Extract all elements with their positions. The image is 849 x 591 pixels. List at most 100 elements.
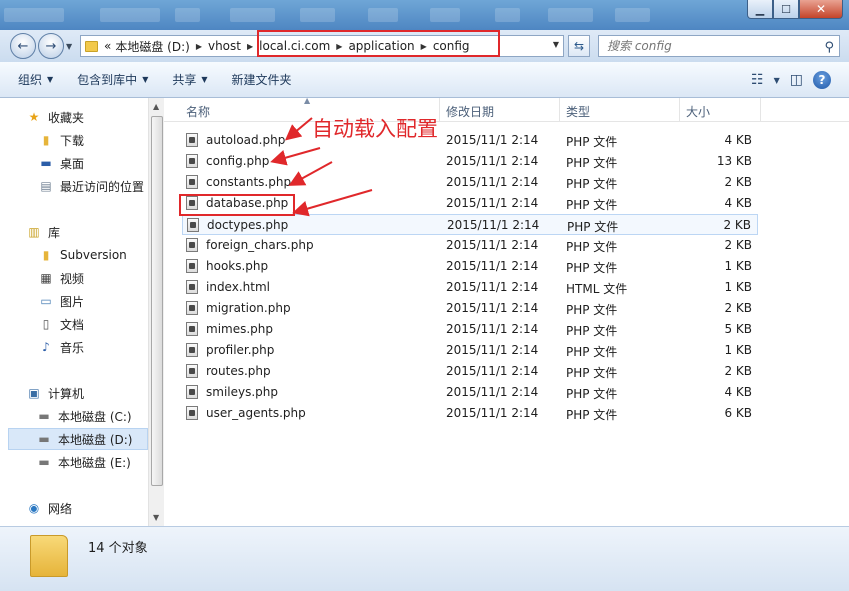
database-highlight-annotation bbox=[179, 194, 295, 216]
sort-ascending-icon: ▲ bbox=[304, 96, 311, 105]
search-input[interactable] bbox=[607, 39, 812, 53]
share-button[interactable]: 共享 ▼ bbox=[172, 71, 207, 88]
file-row[interactable]: doctypes.php 2015/11/1 2:14 PHP 文件 2 KB bbox=[182, 214, 758, 235]
title-ghost bbox=[548, 8, 593, 22]
chevron-down-icon: ▼ bbox=[47, 75, 54, 84]
file-type: PHP 文件 bbox=[566, 261, 618, 275]
minimize-button[interactable]: ▁ bbox=[747, 0, 773, 19]
file-row[interactable]: routes.php 2015/11/1 2:14 PHP 文件 2 KB bbox=[182, 361, 758, 382]
sidebar-item[interactable]: ▬ 本地磁盘 (E:) bbox=[0, 451, 130, 473]
column-divider[interactable] bbox=[760, 98, 761, 122]
file-type: PHP 文件 bbox=[566, 198, 618, 212]
column-divider[interactable] bbox=[679, 98, 680, 122]
file-icon bbox=[186, 154, 198, 168]
breadcrumb-overflow[interactable]: « bbox=[104, 39, 111, 53]
file-name: autoload.php bbox=[206, 133, 286, 147]
breadcrumb-item[interactable]: vhost bbox=[208, 39, 241, 53]
file-row[interactable]: profiler.php 2015/11/1 2:14 PHP 文件 1 KB bbox=[182, 340, 758, 361]
history-dropdown-icon[interactable]: ▼ bbox=[66, 42, 72, 51]
sidebar-item[interactable]: ★ 收藏夹 bbox=[0, 106, 84, 128]
view-options-icon[interactable]: ☷ bbox=[751, 72, 764, 88]
file-row[interactable]: hooks.php 2015/11/1 2:14 PHP 文件 1 KB bbox=[182, 256, 758, 277]
file-type: HTML 文件 bbox=[566, 282, 628, 296]
file-type: PHP 文件 bbox=[566, 135, 618, 149]
refresh-button[interactable]: ⇆ bbox=[568, 35, 590, 57]
scroll-down-icon[interactable]: ▼ bbox=[153, 513, 159, 522]
file-name: mimes.php bbox=[206, 322, 274, 336]
sidebar-item[interactable]: ▦ 视频 bbox=[0, 267, 84, 289]
column-type[interactable]: 类型 bbox=[566, 103, 590, 120]
picture-icon: ▭ bbox=[40, 294, 52, 308]
file-row[interactable]: smileys.php 2015/11/1 2:14 PHP 文件 4 KB bbox=[182, 382, 758, 403]
file-row[interactable]: config.php 2015/11/1 2:14 PHP 文件 13 KB bbox=[182, 151, 758, 172]
chevron-down-icon[interactable]: ▼ bbox=[774, 76, 780, 85]
search-box[interactable]: ⚲ bbox=[598, 35, 840, 57]
close-button[interactable]: ✕ bbox=[799, 0, 843, 19]
file-size: 4 KB bbox=[724, 385, 752, 399]
drive-icon: ▬ bbox=[38, 432, 50, 446]
file-name: migration.php bbox=[206, 301, 291, 315]
title-ghost bbox=[615, 8, 650, 22]
scroll-up-icon[interactable]: ▲ bbox=[153, 102, 159, 111]
file-row[interactable]: foreign_chars.php 2015/11/1 2:14 PHP 文件 2 K… bbox=[182, 235, 758, 256]
column-modified[interactable]: 修改日期 bbox=[446, 103, 494, 120]
arrow-left-icon: ← bbox=[17, 38, 29, 54]
scrollbar-thumb[interactable] bbox=[151, 116, 163, 486]
sidebar-item[interactable]: ▮ 下载 bbox=[0, 129, 84, 151]
folder-icon: ▮ bbox=[42, 248, 50, 262]
sidebar-item[interactable]: ▤ 最近访问的位置 bbox=[0, 175, 144, 197]
back-button[interactable]: ← bbox=[10, 33, 36, 59]
network-icon: ◉ bbox=[28, 501, 40, 515]
file-row[interactable]: user_agents.php 2015/11/1 2:14 PHP 文件 6 KB bbox=[182, 403, 758, 424]
file-row[interactable]: index.html 2015/11/1 2:14 HTML 文件 1 KB bbox=[182, 277, 758, 298]
sidebar-item[interactable]: ▭ 图片 bbox=[0, 290, 84, 312]
chevron-down-icon: ▼ bbox=[142, 75, 149, 84]
file-modified: 2015/11/1 2:14 bbox=[446, 301, 539, 315]
sidebar-item[interactable]: ◉ 网络 bbox=[0, 497, 72, 519]
computer-icon: ▣ bbox=[28, 386, 40, 400]
sidebar-item[interactable]: ▬ 桌面 bbox=[0, 152, 84, 174]
forward-button[interactable]: → bbox=[38, 33, 64, 59]
sidebar-item-label: 库 bbox=[48, 225, 61, 240]
file-row[interactable]: constants.php 2015/11/1 2:14 PHP 文件 2 KB bbox=[182, 172, 758, 193]
new-folder-button[interactable]: 新建文件夹 bbox=[232, 71, 292, 88]
sidebar-item[interactable]: ▬ 本地磁盘 (D:) bbox=[8, 428, 148, 450]
column-size[interactable]: 大小 bbox=[686, 103, 710, 120]
title-ghost bbox=[230, 8, 275, 22]
sidebar-item[interactable]: ▥ 库 bbox=[0, 221, 60, 243]
file-size: 2 KB bbox=[724, 175, 752, 189]
help-icon[interactable]: ? bbox=[813, 71, 831, 89]
search-icon[interactable]: ⚲ bbox=[824, 38, 834, 58]
file-name: index.html bbox=[206, 280, 270, 294]
file-row[interactable]: autoload.php 2015/11/1 2:14 PHP 文件 4 KB bbox=[182, 130, 758, 151]
maximize-button[interactable]: ☐ bbox=[773, 0, 799, 19]
file-row[interactable]: mimes.php 2015/11/1 2:14 PHP 文件 5 KB bbox=[182, 319, 758, 340]
include-in-library-button[interactable]: 包含到库中 ▼ bbox=[77, 71, 148, 88]
file-name: smileys.php bbox=[206, 385, 278, 399]
file-type: PHP 文件 bbox=[566, 156, 618, 170]
address-dropdown-icon[interactable]: ▼ bbox=[553, 40, 559, 49]
drive-icon: ▬ bbox=[38, 409, 50, 423]
column-divider[interactable] bbox=[439, 98, 440, 122]
star-icon: ★ bbox=[28, 110, 40, 124]
sidebar-item[interactable]: ▮ Subversion bbox=[0, 244, 127, 266]
breadcrumb-separator-icon[interactable]: ▶ bbox=[196, 42, 202, 51]
file-row[interactable]: migration.php 2015/11/1 2:14 PHP 文件 2 KB bbox=[182, 298, 758, 319]
window-controls: ▁ ☐ ✕ bbox=[747, 0, 843, 19]
file-size: 2 KB bbox=[723, 218, 751, 232]
sidebar-item[interactable]: ▬ 本地磁盘 (C:) bbox=[0, 405, 132, 427]
organize-button[interactable]: 组织 ▼ bbox=[18, 71, 53, 88]
navigation-scrollbar[interactable]: ▲ ▼ bbox=[148, 98, 164, 526]
file-size: 2 KB bbox=[724, 301, 752, 315]
sidebar-item-label: 本地磁盘 (C:) bbox=[58, 409, 132, 424]
breadcrumb-item[interactable]: 本地磁盘 (D:) bbox=[115, 38, 189, 55]
sidebar-item[interactable]: ▯ 文档 bbox=[0, 313, 84, 335]
column-divider[interactable] bbox=[559, 98, 560, 122]
column-name[interactable]: 名称 bbox=[186, 103, 210, 120]
breadcrumb-separator-icon[interactable]: ▶ bbox=[247, 42, 253, 51]
sidebar-item[interactable]: ♪ 音乐 bbox=[0, 336, 84, 358]
file-size: 13 KB bbox=[716, 154, 752, 168]
file-modified: 2015/11/1 2:14 bbox=[446, 259, 539, 273]
preview-pane-icon[interactable]: ◫ bbox=[790, 72, 803, 88]
sidebar-item[interactable]: ▣ 计算机 bbox=[0, 382, 84, 404]
